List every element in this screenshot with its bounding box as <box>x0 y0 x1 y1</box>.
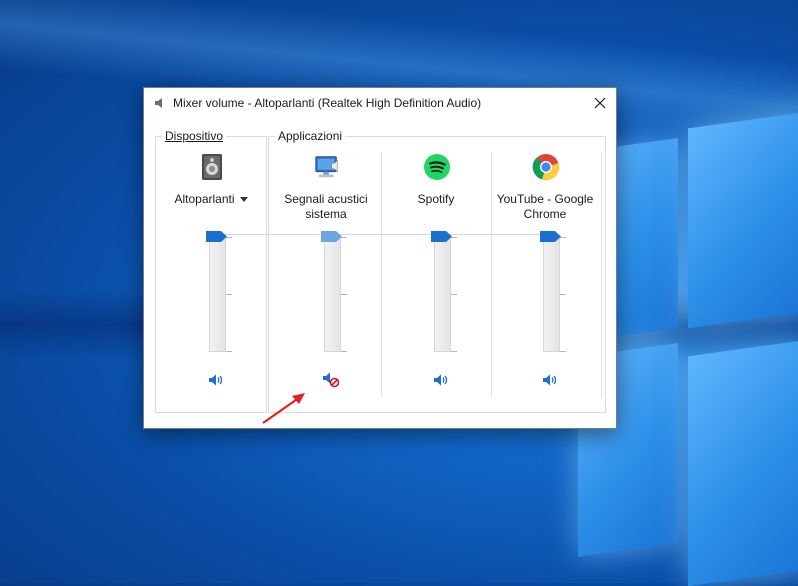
speaker-device-icon <box>198 153 226 181</box>
channel-name: Spotify <box>382 192 490 207</box>
slider-tick <box>560 294 566 295</box>
volume-icon <box>434 374 448 386</box>
title-bar[interactable]: Mixer volume - Altoparlanti (Realtek Hig… <box>144 88 616 118</box>
device-channel: Altoparlanti <box>157 150 265 412</box>
slider-tick <box>451 351 457 352</box>
mute-button[interactable] <box>539 370 561 390</box>
window-title: Mixer volume - Altoparlanti (Realtek Hig… <box>173 96 482 110</box>
channel-name: Segnali acustici sistema <box>272 192 380 222</box>
channel-divider <box>601 152 602 398</box>
volume-mixer-window: Mixer volume - Altoparlanti (Realtek Hig… <box>143 87 617 429</box>
chrome-channel: YouTube - Google Chrome <box>491 150 599 412</box>
volume-slider-track[interactable] <box>324 236 341 352</box>
volume-slider-thumb[interactable] <box>431 231 453 242</box>
close-icon <box>594 97 606 109</box>
slider-tick <box>451 294 457 295</box>
slider-tick <box>341 294 347 295</box>
channel-name: YouTube - Google Chrome <box>491 192 599 222</box>
volume-icon <box>543 374 557 386</box>
system-sounds-channel: Segnali acustici sistema <box>272 150 380 412</box>
system-sounds-icon <box>313 153 341 181</box>
channel-name-line2: Chrome <box>523 207 567 221</box>
slider-tick <box>560 351 566 352</box>
muted-volume-icon <box>323 372 340 388</box>
close-button[interactable] <box>584 88 616 118</box>
volume-slider-track[interactable] <box>209 236 226 352</box>
mute-button[interactable] <box>430 370 452 390</box>
volume-slider-track[interactable] <box>543 236 560 352</box>
volume-slider-thumb[interactable] <box>321 231 343 242</box>
spotify-icon <box>423 153 451 181</box>
chrome-icon <box>532 153 560 181</box>
channel-name-line1: YouTube - Google <box>496 192 594 206</box>
device-dropdown[interactable]: Altoparlanti <box>157 192 265 207</box>
mute-button[interactable] <box>205 370 227 390</box>
volume-slider-thumb[interactable] <box>206 231 228 242</box>
volume-slider-track[interactable] <box>434 236 451 352</box>
device-section-label: Dispositivo <box>162 129 227 143</box>
applications-section-label: Applicazioni <box>275 129 346 143</box>
slider-tick <box>226 294 232 295</box>
slider-tick <box>341 351 347 352</box>
channel-name-line1: Spotify <box>417 192 455 206</box>
channel-name-line2: sistema <box>305 207 347 221</box>
speaker-icon <box>153 96 167 110</box>
spotify-channel: Spotify <box>382 150 490 412</box>
chevron-down-icon <box>239 197 248 203</box>
volume-slider-thumb[interactable] <box>540 231 562 242</box>
device-name: Altoparlanti <box>174 192 235 206</box>
mute-button-muted[interactable] <box>320 370 342 390</box>
channel-name-line1: Segnali acustici <box>284 192 368 206</box>
slider-tick <box>226 351 232 352</box>
volume-icon <box>209 374 223 386</box>
